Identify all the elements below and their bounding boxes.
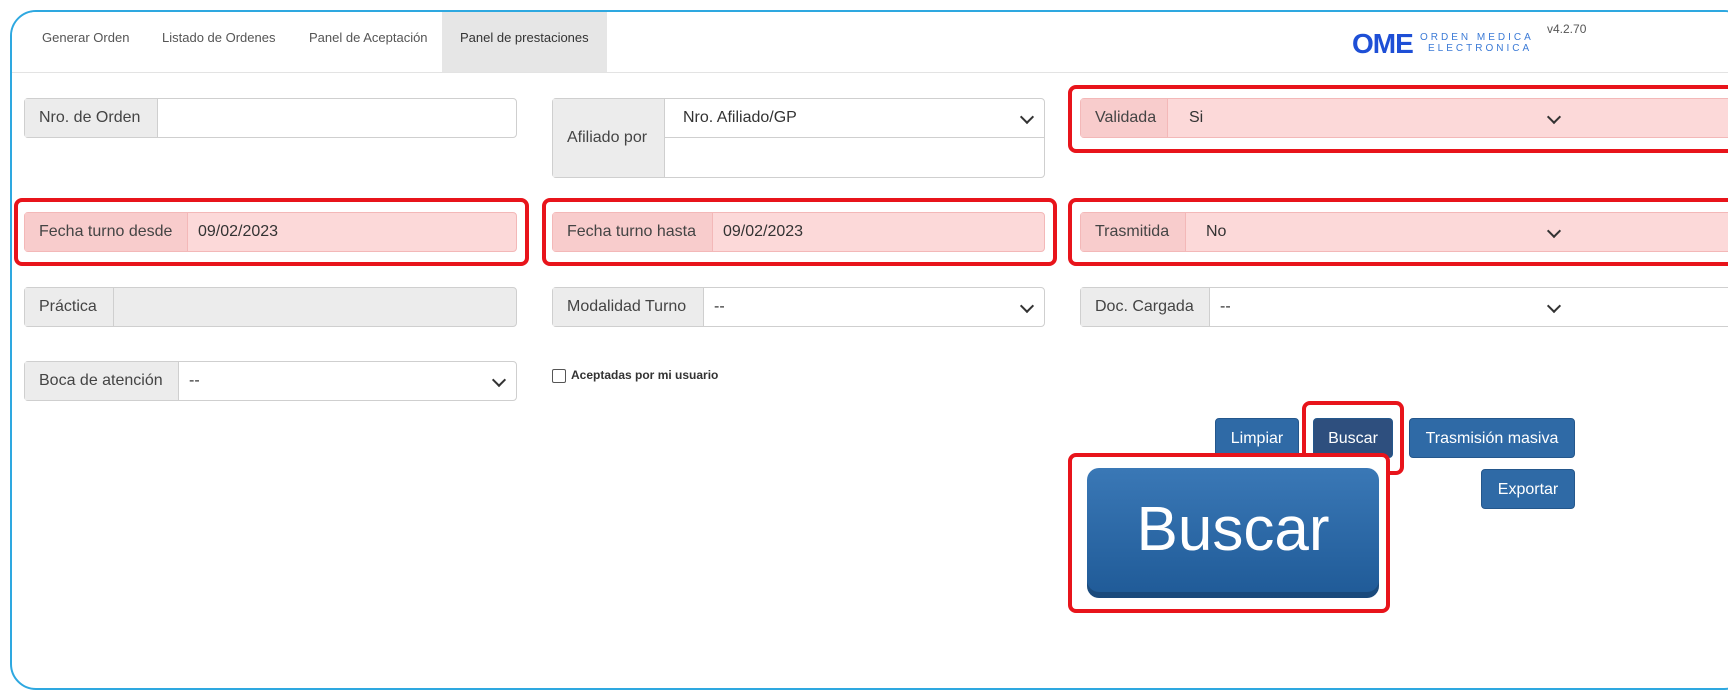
logo-sub-line1: ORDEN MEDICA [1420,32,1534,43]
aceptadas-checkbox[interactable] [552,369,566,383]
tab-generar-orden[interactable]: Generar Orden [42,12,129,72]
app-frame: Generar Orden Listado de Ordenes Panel d… [10,10,1728,690]
tab-listado-ordenes[interactable]: Listado de Ordenes [162,12,275,72]
highlight-trasmitida [1068,198,1728,266]
modalidad-turno-label: Modalidad Turno [553,288,704,326]
afiliado-select[interactable]: Nro. Afiliado/GP [665,99,1044,138]
afiliado-field: Afiliado por Nro. Afiliado/GP [552,98,1045,178]
buscar-callout: Buscar [1087,468,1379,598]
highlight-validada [1068,85,1728,153]
version-label: v4.2.70 [1547,22,1587,36]
modalidad-turno-select[interactable]: Modalidad Turno -- [552,287,1045,327]
chevron-down-icon [1546,298,1562,314]
tab-panel-prestaciones[interactable]: Panel de prestaciones [442,12,607,72]
practica-field: Práctica [24,287,517,327]
nro-orden-field[interactable]: Nro. de Orden [24,98,517,138]
top-nav: Generar Orden Listado de Ordenes Panel d… [12,12,1728,73]
logo-text: OME [1352,28,1414,59]
chevron-down-icon [1019,109,1035,125]
highlight-fecha-hasta [542,198,1057,266]
nro-orden-label: Nro. de Orden [25,99,158,137]
boca-atencion-select[interactable]: Boca de atención -- [24,361,517,401]
exportar-button[interactable]: Exportar [1481,469,1575,509]
doc-cargada-value: -- [1220,298,1231,315]
afiliado-label: Afiliado por [553,99,665,177]
doc-cargada-select[interactable]: Doc. Cargada -- [1080,287,1728,327]
logo-sub-line2: ELECTRONICA [1428,43,1533,54]
practica-label: Práctica [25,288,114,326]
tab-panel-aceptacion[interactable]: Panel de Aceptación [309,12,428,72]
doc-cargada-label: Doc. Cargada [1081,288,1210,326]
chevron-down-icon [491,372,507,388]
aceptadas-label: Aceptadas por mi usuario [571,368,719,382]
afiliado-select-value: Nro. Afiliado/GP [683,109,797,126]
modalidad-turno-value: -- [714,298,725,315]
highlight-fecha-desde [14,198,529,266]
logo-subtitle: ORDEN MEDICA ELECTRONICA [1420,32,1534,54]
boca-atencion-label: Boca de atención [25,362,179,400]
trasmision-masiva-button[interactable]: Trasmisión masiva [1409,418,1575,458]
limpiar-button[interactable]: Limpiar [1215,418,1299,458]
chevron-down-icon [1019,298,1035,314]
boca-atencion-value: -- [189,372,200,389]
